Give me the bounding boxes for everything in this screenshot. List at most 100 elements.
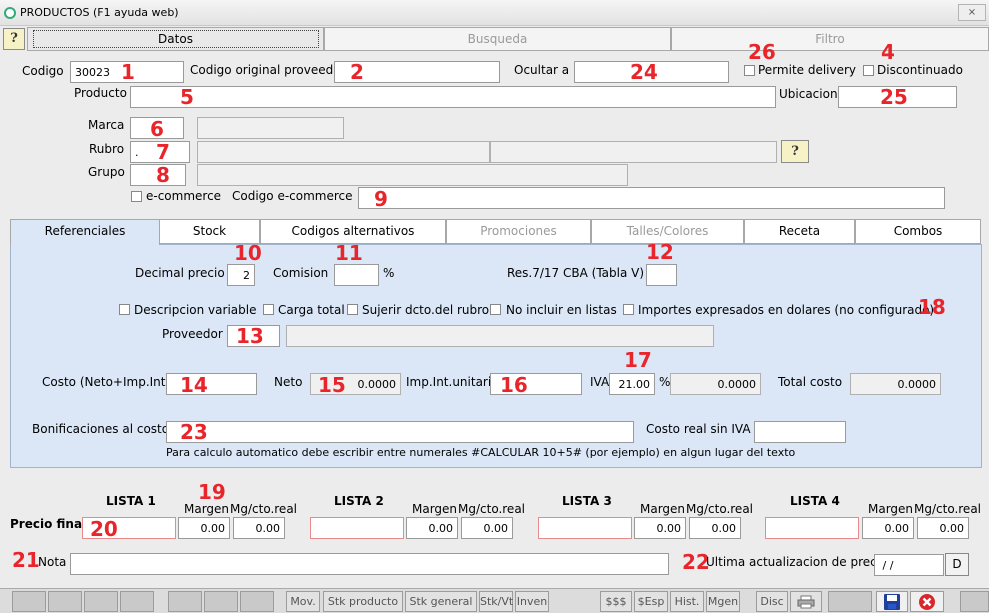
toolbar-slot-5[interactable] (168, 591, 202, 612)
tab-busqueda[interactable]: Busqueda (324, 27, 671, 51)
close-button[interactable]: ⨯ (958, 4, 986, 21)
mov-button[interactable]: Mov. (286, 591, 320, 612)
comision-pct: % (383, 266, 395, 280)
rubro-description-2 (490, 141, 777, 163)
costo-real-label: Costo real sin IVA (646, 422, 751, 436)
lista-2-margen[interactable] (406, 517, 458, 539)
save-icon[interactable] (876, 591, 908, 612)
producto-input[interactable] (130, 86, 776, 108)
lista-1-margen-label: Margen (184, 502, 230, 516)
lista-1-mg-label: Mg/cto.real (230, 502, 298, 516)
toolbar-slot-8[interactable] (828, 591, 872, 612)
permite-delivery-label: Permite delivery (758, 63, 857, 77)
lista-4-mg-label: Mg/cto.real (914, 502, 982, 516)
toolbar-slot-3[interactable] (84, 591, 118, 612)
disc-button[interactable]: Disc (756, 591, 788, 612)
importes-dolares-checkbox[interactable] (623, 304, 634, 315)
stk-producto-button[interactable]: Stk producto (323, 591, 403, 612)
tab-referenciales[interactable]: Referenciales (10, 219, 160, 245)
annotation-12: 12 (646, 240, 674, 264)
iva-pct: % (659, 375, 671, 389)
help-icon[interactable]: ? (3, 28, 25, 50)
decimal-input[interactable] (227, 264, 255, 286)
bonificaciones-label: Bonificaciones al costo (32, 422, 170, 436)
lista-1-mg[interactable] (233, 517, 285, 539)
lista-2-mg[interactable] (461, 517, 513, 539)
printer-icon[interactable] (790, 591, 822, 612)
toolbar-slot-9[interactable] (960, 591, 989, 612)
toolbar-slot-2[interactable] (48, 591, 82, 612)
esp-button[interactable]: $Esp (634, 591, 668, 612)
annotation-1: 1 (121, 60, 135, 84)
inven-button[interactable]: Inven (515, 591, 549, 612)
nota-input[interactable] (70, 553, 669, 575)
marca-label: Marca (88, 118, 125, 132)
pesos-button[interactable]: $$$ (600, 591, 632, 612)
lista-3-mg[interactable] (689, 517, 741, 539)
iva-input[interactable] (609, 373, 655, 395)
codigo-original-label: Codigo original proveedor (190, 63, 346, 77)
bonificaciones-input[interactable] (166, 421, 634, 443)
comision-input[interactable] (334, 264, 379, 286)
annotation-13: 13 (236, 324, 264, 348)
sugerir-dcto-checkbox[interactable] (347, 304, 358, 315)
ecommerce-checkbox[interactable] (131, 191, 142, 202)
app-icon (4, 7, 16, 19)
nota-label: Nota (38, 555, 67, 569)
tab-receta[interactable]: Receta (744, 219, 855, 244)
lista-3-margen[interactable] (634, 517, 686, 539)
codigo-ecommerce-input[interactable] (358, 187, 945, 209)
proveedor-description (286, 325, 714, 347)
stk-vt-button[interactable]: Stk/Vt (479, 591, 513, 612)
marca-description (197, 117, 344, 139)
comision-label: Comision (273, 266, 329, 280)
rubro-description (197, 141, 490, 163)
lista-2-precio[interactable] (310, 517, 404, 539)
total-costo-label: Total costo (778, 375, 843, 389)
no-incluir-checkbox[interactable] (490, 304, 501, 315)
tab-promociones[interactable]: Promociones (446, 219, 591, 244)
proveedor-label: Proveedor (162, 327, 223, 341)
stk-general-button[interactable]: Stk general (405, 591, 477, 612)
tab-filtro[interactable]: Filtro (671, 27, 989, 51)
lista-4-mg[interactable] (917, 517, 969, 539)
annotation-21: 21 (12, 548, 40, 572)
toolbar-slot-7[interactable] (240, 591, 274, 612)
discontinuado-label: Discontinuado (877, 63, 963, 77)
sugerir-dcto-label: Sujerir dcto.del rubro (362, 303, 490, 317)
toolbar-slot-6[interactable] (204, 591, 238, 612)
cancel-icon[interactable] (910, 591, 944, 612)
costo-real-input[interactable] (754, 421, 846, 443)
producto-label: Producto (74, 86, 127, 100)
annotation-15: 15 (318, 373, 346, 397)
lista-1-margen[interactable] (178, 517, 230, 539)
lista-1-title: LISTA 1 (106, 494, 156, 508)
lista-2-margen-label: Margen (412, 502, 458, 516)
carga-total-checkbox[interactable] (263, 304, 274, 315)
tab-combos[interactable]: Combos (855, 219, 981, 244)
lista-3-precio[interactable] (538, 517, 632, 539)
descripcion-variable-checkbox[interactable] (119, 304, 130, 315)
lista-3-mg-label: Mg/cto.real (686, 502, 754, 516)
tab-datos[interactable]: Datos (27, 27, 324, 51)
ultima-actualizacion-value (874, 554, 944, 576)
lista-3-margen-label: Margen (640, 502, 686, 516)
annotation-25: 25 (880, 85, 908, 109)
lista-4-margen[interactable] (862, 517, 914, 539)
annotation-24: 24 (630, 60, 658, 84)
res-input[interactable] (646, 264, 677, 286)
d-button[interactable]: D (945, 553, 969, 576)
lista-4-precio[interactable] (765, 517, 859, 539)
rubro-help-icon[interactable]: ? (781, 140, 809, 163)
toolbar-slot-1[interactable] (12, 591, 46, 612)
annotation-23: 23 (180, 420, 208, 444)
toolbar-slot-4[interactable] (120, 591, 154, 612)
annotation-26: 26 (748, 40, 776, 64)
ultima-actualizacion-label: Ultima actualizacion de precio (706, 555, 888, 569)
mgen-button[interactable]: Mgen (706, 591, 740, 612)
hist-button[interactable]: Hist. (670, 591, 704, 612)
discontinuado-checkbox[interactable] (863, 65, 874, 76)
annotation-16: 16 (500, 373, 528, 397)
annotation-18: 18 (918, 295, 946, 319)
permite-delivery-checkbox[interactable] (744, 65, 755, 76)
